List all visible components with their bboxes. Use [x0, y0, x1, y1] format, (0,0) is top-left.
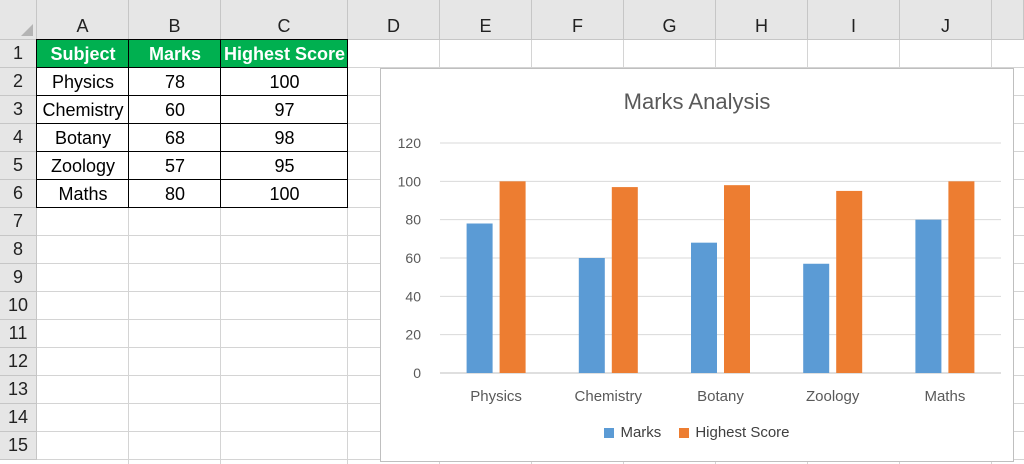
- x-tick-label: Chemistry: [575, 388, 643, 405]
- row-header-4[interactable]: 4: [0, 124, 37, 152]
- bar-marks-chemistry: [578, 258, 605, 373]
- table-cell[interactable]: 68: [129, 124, 221, 152]
- chart-legend: Marks Highest Score: [381, 424, 1013, 441]
- table-border: [36, 39, 348, 40]
- y-tick-label: 80: [405, 212, 421, 228]
- table-cell[interactable]: 57: [129, 152, 221, 180]
- select-all-triangle-icon: [21, 24, 33, 36]
- legend-item-highest-score: Highest Score: [679, 424, 790, 441]
- table-header-cell[interactable]: Marks: [129, 40, 221, 68]
- column-header-a[interactable]: A: [37, 0, 129, 40]
- row-header-10[interactable]: 10: [0, 292, 37, 320]
- bar-marks-zoology: [803, 263, 830, 373]
- table-border: [36, 207, 348, 208]
- table-cell[interactable]: Botany: [37, 124, 129, 152]
- legend-swatch-highest-score: [679, 427, 690, 438]
- bar-highest-score-botany: [724, 185, 750, 373]
- bar-marks-maths: [915, 219, 942, 373]
- bar-highest-score-zoology: [836, 190, 863, 373]
- bar-highest-score-physics: [499, 181, 526, 373]
- legend-item-marks: Marks: [604, 424, 661, 441]
- column-header-j[interactable]: J: [900, 0, 992, 40]
- row-header-11[interactable]: 11: [0, 320, 37, 348]
- table-cell[interactable]: 60: [129, 96, 221, 124]
- select-all-corner[interactable]: [0, 0, 37, 40]
- row-header-2[interactable]: 2: [0, 68, 37, 96]
- legend-label-marks: Marks: [620, 424, 662, 441]
- row-header-1[interactable]: 1: [0, 40, 37, 68]
- table-cell[interactable]: 95: [221, 152, 348, 180]
- column-header-c[interactable]: C: [221, 0, 348, 40]
- table-cell[interactable]: Physics: [37, 68, 129, 96]
- row-header-12[interactable]: 12: [0, 348, 37, 376]
- y-tick-label: 120: [398, 135, 422, 151]
- table-cell[interactable]: 100: [221, 180, 348, 208]
- row-header-7[interactable]: 7: [0, 208, 37, 236]
- chart-object[interactable]: Marks Analysis 0 20 40 60 80 100 120 Physics Che…: [380, 68, 1014, 462]
- column-header-d[interactable]: D: [348, 0, 440, 40]
- row-header-14[interactable]: 14: [0, 404, 37, 432]
- row-header-6[interactable]: 6: [0, 180, 37, 208]
- row-header-5[interactable]: 5: [0, 152, 37, 180]
- row-header-3[interactable]: 3: [0, 96, 37, 124]
- table-border: [36, 95, 348, 96]
- row-header-8[interactable]: 8: [0, 236, 37, 264]
- table-border: [36, 179, 348, 180]
- column-header-i[interactable]: I: [808, 0, 900, 40]
- y-tick-label: 60: [405, 250, 421, 266]
- table-cell[interactable]: 78: [129, 68, 221, 96]
- table-border: [36, 40, 37, 208]
- table-border: [36, 151, 348, 152]
- x-tick-label: Botany: [697, 388, 744, 405]
- bar-highest-score-maths: [948, 181, 975, 373]
- y-tick-label: 40: [405, 288, 421, 304]
- table-header-cell[interactable]: Highest Score: [221, 40, 348, 68]
- table-cell[interactable]: 80: [129, 180, 221, 208]
- column-header-f[interactable]: F: [532, 0, 624, 40]
- y-tick-label: 100: [398, 173, 422, 189]
- x-tick-label: Maths: [924, 388, 965, 405]
- table-border: [36, 67, 348, 68]
- legend-label-highest-score: Highest Score: [695, 424, 790, 441]
- row-header-13[interactable]: 13: [0, 376, 37, 404]
- column-header-h[interactable]: H: [716, 0, 808, 40]
- table-cell[interactable]: Chemistry: [37, 96, 129, 124]
- table-border: [347, 40, 348, 208]
- column-header-e[interactable]: E: [440, 0, 532, 40]
- y-tick-label: 20: [405, 327, 421, 343]
- bar-marks-physics: [466, 223, 493, 373]
- table-cell[interactable]: 98: [221, 124, 348, 152]
- table-header-cell[interactable]: Subject: [37, 40, 129, 68]
- table-cell[interactable]: Maths: [37, 180, 129, 208]
- y-tick-label: 0: [413, 365, 421, 381]
- bar-marks-botany: [691, 242, 717, 373]
- table-border: [36, 123, 348, 124]
- chart-plot: 0 20 40 60 80 100 120 Physics Chemistry Botany Zoo…: [398, 135, 1001, 405]
- column-header-g[interactable]: G: [624, 0, 716, 40]
- column-header-b[interactable]: B: [129, 0, 221, 40]
- row-header-9[interactable]: 9: [0, 264, 37, 292]
- table-border: [220, 40, 221, 208]
- bar-highest-score-chemistry: [611, 187, 638, 373]
- table-cell[interactable]: 97: [221, 96, 348, 124]
- table-cell[interactable]: 100: [221, 68, 348, 96]
- column-header-partial[interactable]: [992, 0, 1024, 40]
- row-header-15[interactable]: 15: [0, 432, 37, 460]
- x-tick-label: Physics: [470, 388, 522, 405]
- x-tick-label: Zoology: [806, 388, 860, 405]
- legend-swatch-marks: [604, 427, 615, 438]
- table-border: [128, 40, 129, 208]
- table-cell[interactable]: Zoology: [37, 152, 129, 180]
